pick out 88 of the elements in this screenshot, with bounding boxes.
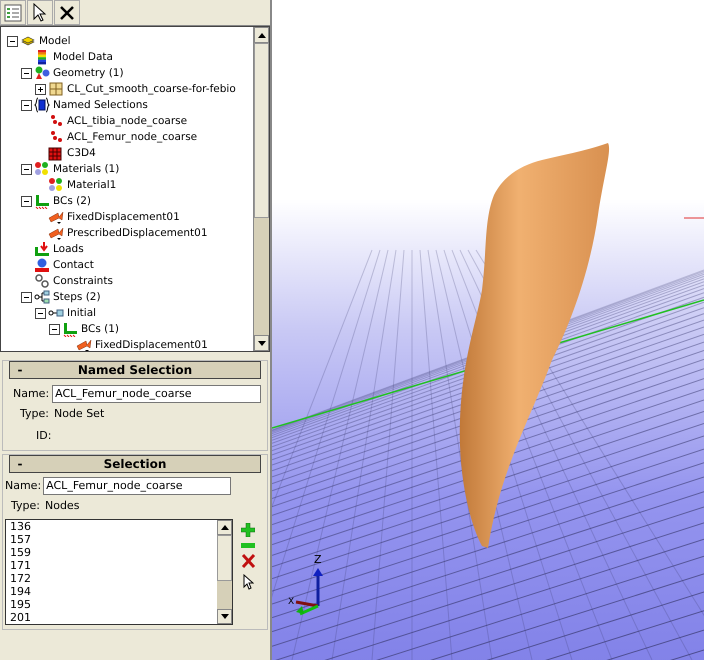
load-icon: [34, 241, 50, 257]
scrollbar[interactable]: [217, 520, 232, 624]
field-label: Type:: [20, 406, 49, 422]
expand-toggle[interactable]: [34, 84, 46, 94]
list-item[interactable]: 136: [10, 520, 217, 532]
tree-item-label[interactable]: Materials (1): [53, 161, 120, 177]
toolbar-button[interactable]: [54, 0, 80, 25]
tree-item-label[interactable]: Loads: [53, 241, 84, 257]
close-icon: [59, 4, 75, 20]
tree-item-label[interactable]: Material1: [67, 177, 116, 193]
axis-label: Z: [314, 554, 322, 566]
braces-icon: [34, 97, 50, 113]
collapse-toggle[interactable]: [6, 36, 18, 46]
tree-item-label[interactable]: FixedDisplacement01: [95, 337, 208, 351]
support-icon: [34, 193, 50, 209]
list-item[interactable]: 157: [10, 532, 217, 546]
flow-icon: [34, 289, 50, 305]
pointer-icon: [32, 2, 48, 22]
arrow-icon: [48, 225, 64, 241]
field-value: Node Set: [54, 406, 104, 422]
collapse-toggle[interactable]: [48, 324, 60, 334]
tree-item-label[interactable]: PrescribedDisplacement01: [67, 225, 208, 241]
tree-item-label[interactable]: Named Selections: [53, 97, 148, 113]
collapse-toggle[interactable]: [20, 164, 32, 174]
cube-icon: [48, 145, 64, 161]
scrollbar-thumb[interactable]: [217, 534, 232, 580]
tree-item-label[interactable]: ACL_Femur_node_coarse: [67, 129, 198, 145]
list-item[interactable]: 172: [10, 572, 217, 584]
list-item[interactable]: 159: [10, 546, 217, 558]
list-item[interactable]: 171: [10, 558, 217, 572]
tree-item-label[interactable]: Steps (2): [53, 289, 101, 305]
tree-item-label[interactable]: C3D4: [67, 145, 96, 161]
axis-label: X: [288, 597, 294, 607]
grid-icon: [48, 81, 64, 97]
tree-item-label[interactable]: Model Data: [53, 49, 113, 65]
tree-item-label[interactable]: FixedDisplacement01: [67, 209, 180, 225]
field-value: Nodes: [44, 498, 80, 514]
collapse-toggle[interactable]: [34, 308, 46, 318]
spheres-icon: [34, 161, 50, 177]
collapse-symbol[interactable]: -: [10, 456, 30, 472]
list-item[interactable]: 194: [10, 584, 217, 598]
list-item[interactable]: 195: [10, 598, 217, 610]
collapse-toggle[interactable]: [20, 100, 32, 110]
support-icon: [62, 321, 78, 337]
3d-viewport[interactable]: Z X: [272, 0, 704, 660]
tree-item-label[interactable]: Constraints: [53, 273, 113, 289]
field-label: Name:: [5, 478, 42, 494]
name-input-field[interactable]: ACL_Femur_node_coarse: [43, 477, 232, 495]
collapse-toggle[interactable]: [20, 292, 32, 302]
tree-item-label[interactable]: CL_Cut_smooth_coarse-for-febio: [67, 81, 236, 97]
axis-line: [684, 216, 704, 220]
collapse-symbol[interactable]: -: [10, 362, 30, 378]
arrow-icon: [48, 209, 64, 225]
collapse-toggle[interactable]: [20, 196, 32, 206]
dots-icon: [48, 129, 64, 145]
field-label: ID:: [36, 428, 52, 442]
panel-title: Named Selection: [76, 362, 194, 378]
shapes-icon: [34, 65, 50, 81]
field-label: Type:: [11, 498, 40, 514]
name-input-field[interactable]: ACL_Femur_node_coarse: [52, 385, 261, 403]
scrollbar-thumb[interactable]: [254, 43, 269, 218]
panel-title: Selection: [102, 456, 168, 472]
tree-item-label[interactable]: Geometry (1): [53, 65, 124, 81]
collapse-toggle[interactable]: [20, 68, 32, 78]
dots-icon: [48, 113, 64, 129]
toolbar-button[interactable]: [0, 0, 26, 25]
spheres-icon: [48, 177, 64, 193]
list-icon: [4, 4, 22, 22]
scroll-up-icon[interactable]: [220, 524, 228, 530]
chain-icon: [34, 273, 50, 289]
scrollbar[interactable]: [253, 27, 269, 351]
tree-item-label[interactable]: ACL_tibia_node_coarse: [67, 113, 188, 129]
scroll-down-icon[interactable]: [220, 614, 228, 618]
pointer-icon[interactable]: [242, 574, 254, 590]
list-item[interactable]: 201: [10, 610, 217, 624]
contact-icon: [34, 257, 50, 273]
scroll-down-icon[interactable]: [258, 340, 266, 346]
field-label: Name:: [13, 386, 50, 402]
tree-item-label[interactable]: Contact: [53, 257, 94, 273]
tree-item-label[interactable]: Model: [39, 33, 71, 49]
delete-icon[interactable]: [242, 554, 254, 568]
toolbar-button[interactable]: [27, 0, 53, 25]
add-icon[interactable]: [241, 522, 255, 536]
tree-item-label[interactable]: BCs (1): [81, 321, 120, 337]
tree-item-label[interactable]: Initial: [67, 305, 96, 321]
arrow-icon: [76, 337, 92, 351]
scroll-up-icon[interactable]: [258, 32, 266, 38]
tree-item-label[interactable]: BCs (2): [53, 193, 92, 209]
